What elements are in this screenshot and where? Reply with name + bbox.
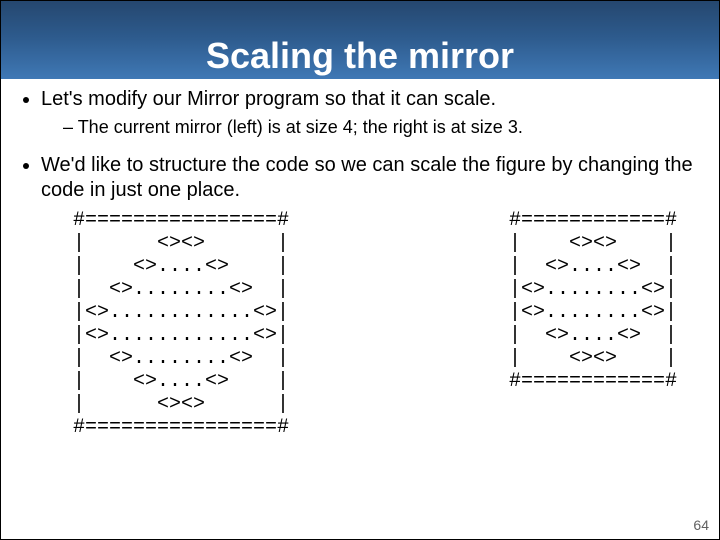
mirror-size-4: #================# | <><> | | <>....<> |…	[73, 209, 289, 439]
slide: Scaling the mirror Let's modify our Mirr…	[0, 0, 720, 540]
slide-content: Let's modify our Mirror program so that …	[23, 87, 697, 439]
slide-title: Scaling the mirror	[206, 35, 514, 77]
ascii-art-row: #================# | <><> | | <>....<> |…	[23, 209, 697, 439]
bullet-1-text: Let's modify our Mirror program so that …	[41, 88, 496, 110]
bullet-2: We'd like to structure the code so we ca…	[41, 153, 697, 203]
bullet-1: Let's modify our Mirror program so that …	[41, 87, 697, 139]
sub-bullet-1: The current mirror (left) is at size 4; …	[63, 116, 697, 139]
mirror-size-3: #============# | <><> | | <>....<> | |<>…	[509, 209, 677, 439]
sub-bullet-list: The current mirror (left) is at size 4; …	[41, 116, 697, 139]
bullet-list: Let's modify our Mirror program so that …	[23, 87, 697, 203]
page-number: 64	[693, 517, 709, 533]
title-band: Scaling the mirror	[1, 1, 719, 79]
